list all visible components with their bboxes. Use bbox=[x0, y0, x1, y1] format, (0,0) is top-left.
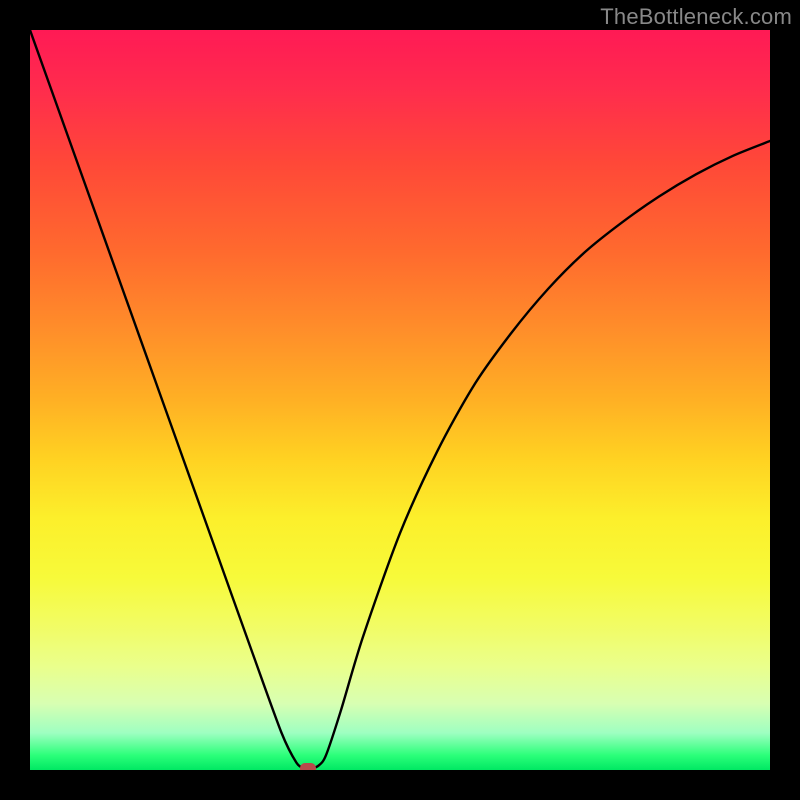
bottleneck-curve-path bbox=[30, 30, 770, 769]
chart-frame: TheBottleneck.com bbox=[0, 0, 800, 800]
min-marker bbox=[300, 763, 316, 770]
curve-svg bbox=[30, 30, 770, 770]
plot-area bbox=[30, 30, 770, 770]
watermark-text: TheBottleneck.com bbox=[600, 4, 792, 30]
